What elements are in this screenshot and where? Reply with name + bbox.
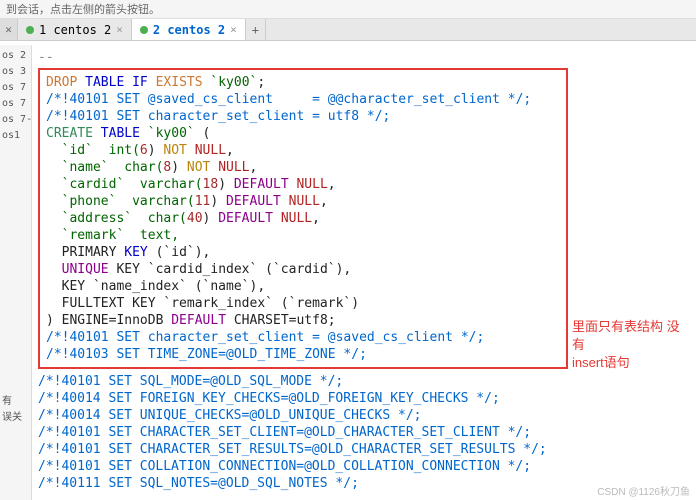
tabs-close-button[interactable]: ✕	[0, 19, 18, 40]
code-line: CREATE TABLE `ky00` (	[46, 125, 560, 142]
side-item[interactable]: os1	[2, 128, 29, 144]
side-item[interactable]: os 7 11	[2, 80, 29, 96]
tab-1[interactable]: 1 centos 2 ×	[18, 19, 132, 40]
code-line: `remark` text,	[46, 227, 560, 244]
status-dot-icon	[140, 26, 148, 34]
tab-label: 1 centos 2	[39, 23, 111, 37]
code-line: `phone` varchar(11) DEFAULT NULL,	[46, 193, 560, 210]
highlighted-block: DROP TABLE IF EXISTS `ky00`; /*!40101 SE…	[38, 68, 568, 369]
code-line: /*!40101 SET COLLATION_CONNECTION=@OLD_C…	[38, 458, 690, 475]
close-icon[interactable]: ×	[230, 23, 237, 36]
code-line: /*!40101 SET character_set_client = utf8…	[46, 108, 560, 125]
code-line: /*!40014 SET UNIQUE_CHECKS=@OLD_UNIQUE_C…	[38, 407, 690, 424]
side-item: 误关	[2, 410, 29, 426]
code-line: /*!40101 SET CHARACTER_SET_RESULTS=@OLD_…	[38, 441, 690, 458]
code-line: /*!40103 SET TIME_ZONE=@OLD_TIME_ZONE */…	[46, 346, 560, 363]
side-item[interactable]: os 3	[2, 64, 29, 80]
tab-label: 2 centos 2	[153, 23, 225, 37]
code-line: KEY `name_index` (`name`),	[46, 278, 560, 295]
code-line: `name` char(8) NOT NULL,	[46, 159, 560, 176]
code-line: ) ENGINE=InnoDB DEFAULT CHARSET=utf8;	[46, 312, 560, 329]
annotation-text: 里面只有表结构 没有 insert语句	[572, 318, 682, 372]
code-line: `address` char(40) DEFAULT NULL,	[46, 210, 560, 227]
hint-bar: 到会话，点击左侧的箭头按钮。	[0, 0, 696, 19]
code-line: /*!40014 SET FOREIGN_KEY_CHECKS=@OLD_FOR…	[38, 390, 690, 407]
code-line: DROP TABLE IF EXISTS `ky00`;	[46, 74, 560, 91]
code-line: FULLTEXT KEY `remark_index` (`remark`)	[46, 295, 560, 312]
new-tab-button[interactable]: +	[246, 19, 266, 40]
sql-editor[interactable]: -- DROP TABLE IF EXISTS `ky00`; /*!40101…	[32, 45, 696, 500]
side-item: 有	[2, 394, 29, 410]
close-icon[interactable]: ×	[116, 23, 123, 36]
code-line: UNIQUE KEY `cardid_index` (`cardid`),	[46, 261, 560, 278]
side-item[interactable]: os 7-5	[2, 112, 29, 128]
code-line: `id` int(6) NOT NULL,	[46, 142, 560, 159]
status-dot-icon	[26, 26, 34, 34]
code-line: /*!40101 SET character_set_client = @sav…	[46, 329, 560, 346]
code-line: /*!40101 SET @saved_cs_client = @@charac…	[46, 91, 560, 108]
code-line: /*!40101 SET SQL_MODE=@OLD_SQL_MODE */;	[38, 373, 690, 390]
side-item[interactable]: os 2	[2, 48, 29, 64]
tab-bar: ✕ 1 centos 2 × 2 centos 2 × +	[0, 19, 696, 41]
code-line: --	[38, 49, 690, 66]
code-line: PRIMARY KEY (`id`),	[46, 244, 560, 261]
tab-2[interactable]: 2 centos 2 ×	[132, 19, 246, 40]
watermark: CSDN @1126秋刀鱼	[597, 483, 690, 498]
code-line: /*!40111 SET SQL_NOTES=@OLD_SQL_NOTES */…	[38, 475, 690, 492]
code-line: `cardid` varchar(18) DEFAULT NULL,	[46, 176, 560, 193]
code-line: /*!40101 SET CHARACTER_SET_CLIENT=@OLD_C…	[38, 424, 690, 441]
side-item[interactable]: os 7 4	[2, 96, 29, 112]
session-sidebar: os 2 os 3 os 7 11 os 7 4 os 7-5 os1 有 误关	[0, 45, 32, 500]
